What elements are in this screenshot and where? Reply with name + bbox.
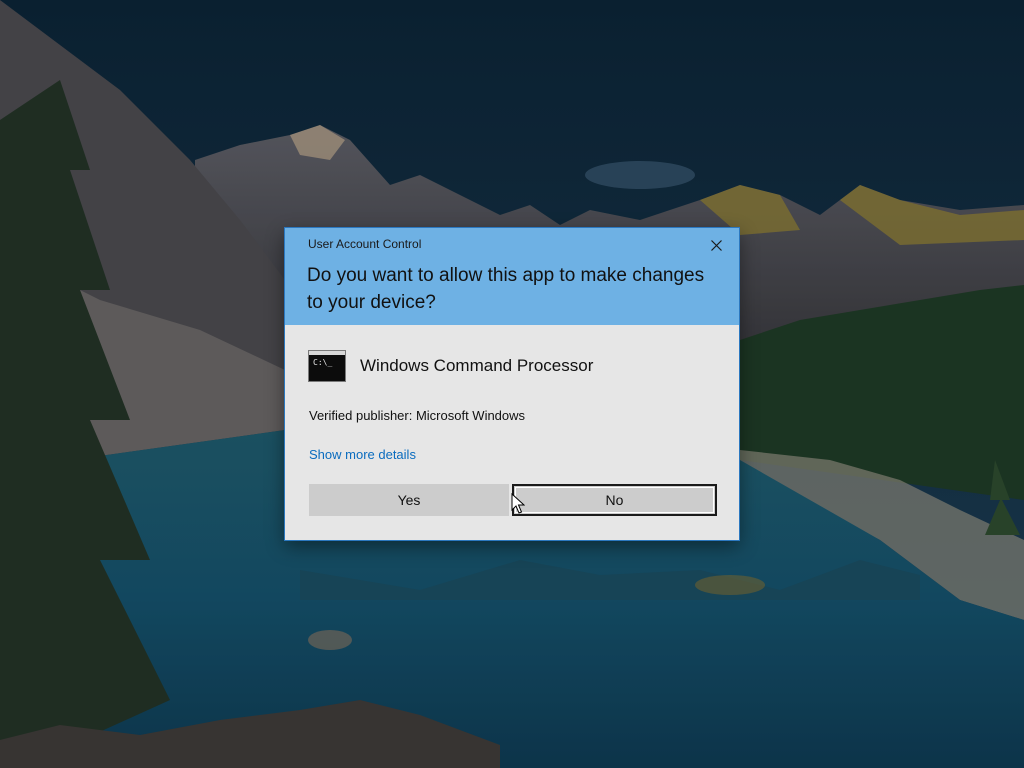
show-more-details-link[interactable]: Show more details (309, 447, 416, 462)
no-button-label: No (605, 492, 624, 508)
yes-button[interactable]: Yes (309, 484, 509, 516)
close-button[interactable] (701, 234, 731, 256)
mouse-pointer-icon (511, 493, 525, 514)
dialog-question: Do you want to allow this app to make ch… (307, 265, 705, 313)
app-name: Windows Command Processor (360, 356, 594, 375)
yes-button-label: Yes (397, 492, 421, 508)
app-info-row: C:\_ Windows Command Processor (308, 350, 593, 382)
uac-header: User Account Control Do you want to allo… (285, 228, 739, 325)
command-prompt-icon-text: C:\_ (313, 358, 333, 367)
no-button[interactable]: No (512, 484, 717, 516)
close-icon (710, 239, 722, 251)
command-prompt-icon: C:\_ (308, 350, 346, 382)
verified-publisher: Verified publisher: Microsoft Windows (309, 408, 526, 423)
dialog-caption: User Account Control (308, 237, 422, 251)
